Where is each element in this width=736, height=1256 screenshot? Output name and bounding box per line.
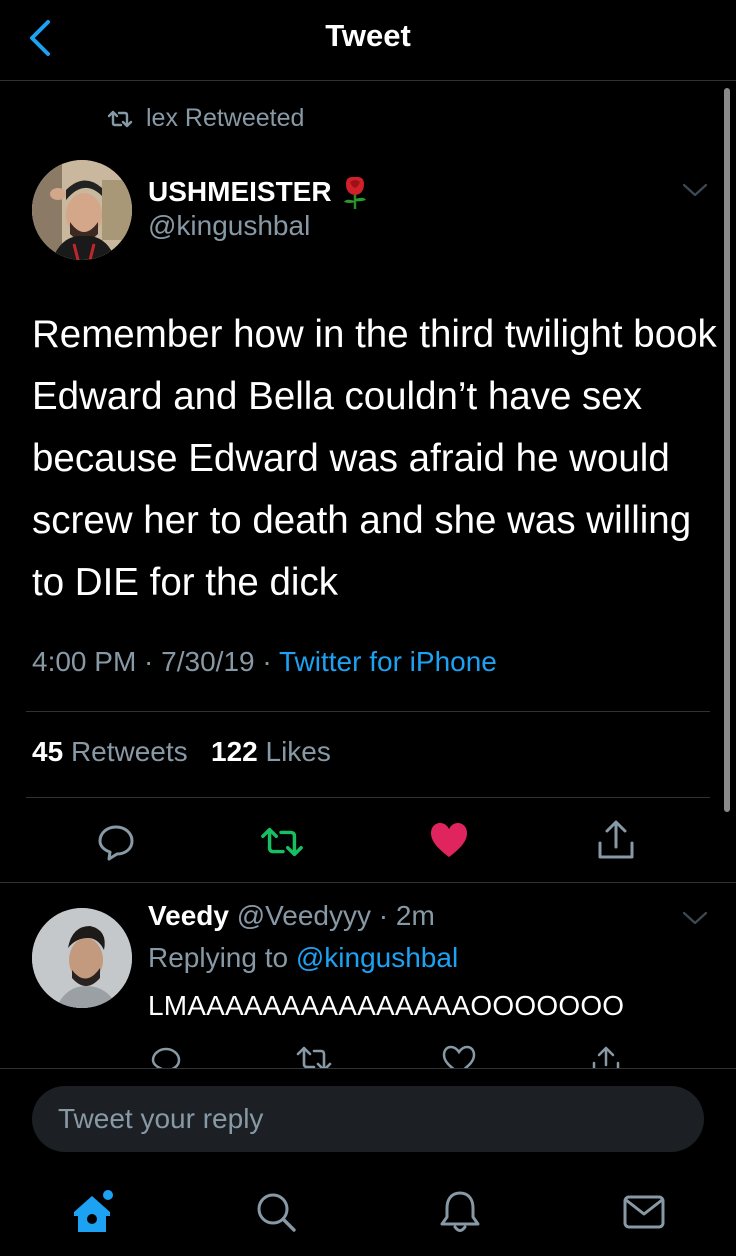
retweets-count: 45 [32, 736, 64, 767]
chevron-down-icon [682, 911, 708, 925]
nav-home[interactable] [68, 1188, 116, 1236]
share-icon [598, 820, 634, 859]
retweet-icon [261, 827, 303, 857]
replying-to-label: Replying to [148, 942, 289, 973]
retweet-context[interactable]: lex Retweeted [106, 104, 304, 133]
share-button[interactable] [594, 818, 638, 862]
reply-age: 2m [395, 900, 435, 931]
retweets-label: Retweets [70, 736, 188, 767]
comment-icon[interactable] [150, 1045, 182, 1068]
tweet-bottom-divider [0, 882, 736, 883]
tweet-date: 7/30/19 [161, 646, 255, 677]
retweet-icon[interactable] [296, 1045, 332, 1068]
meta-separator: · [254, 646, 279, 677]
stats-divider-top [26, 711, 710, 712]
tweet-source-link[interactable]: Twitter for iPhone [279, 646, 497, 677]
reply-age-separator: · [371, 900, 396, 931]
chevron-down-icon [682, 183, 708, 197]
nav-messages[interactable] [620, 1188, 668, 1236]
scrollbar[interactable] [724, 88, 730, 812]
replying-to-handle[interactable]: @kingushbal [296, 942, 458, 973]
heart-icon[interactable] [442, 1045, 476, 1068]
replying-to: Replying to @kingushbal [148, 942, 458, 974]
tweet-time: 4:00 PM [32, 646, 137, 677]
author-name-text: USHMEISTER [148, 176, 332, 207]
mail-icon [623, 1195, 665, 1229]
likes-count: 122 [211, 736, 258, 767]
rose-icon [343, 176, 366, 209]
reply-action-bar [0, 1040, 736, 1068]
tweet-stats: 45 Retweets 122 Likes [32, 736, 331, 768]
nav-notifications[interactable] [436, 1188, 484, 1236]
stats-divider-bottom [26, 797, 710, 798]
tweet-text: Remember how in the third twilight book … [32, 313, 717, 604]
reply-options-button[interactable] [682, 910, 708, 931]
author-name[interactable]: USHMEISTER [148, 174, 372, 210]
reply-avatar[interactable] [32, 908, 132, 1008]
like-button[interactable] [427, 818, 471, 862]
retweet-icon [107, 110, 133, 127]
likes-label: Likes [265, 736, 331, 767]
reply-button[interactable] [94, 820, 138, 864]
retweet-context-text: lex Retweeted [146, 104, 305, 132]
likes-stat[interactable]: 122 Likes [211, 736, 331, 767]
author-avatar[interactable] [32, 160, 132, 260]
retweet-button[interactable] [260, 820, 304, 864]
meta-separator: · [136, 646, 162, 677]
nav-search[interactable] [252, 1188, 300, 1236]
avatar-image [32, 160, 132, 260]
comment-icon [98, 825, 134, 861]
page-title: Tweet [325, 18, 411, 53]
tweet-meta: 4:00 PM · 7/30/19 · Twitter for iPhone [32, 646, 497, 678]
bell-icon [440, 1191, 480, 1232]
reply-header: Veedy @Veedyyy · 2m [148, 900, 435, 932]
reply-text: LMAAAAAAAAAAAAAAAOOOOOOO [148, 990, 625, 1021]
composer-divider [0, 1068, 736, 1069]
tweet-options-button[interactable] [682, 182, 708, 203]
author-handle[interactable]: @kingushbal [148, 210, 310, 242]
reply-author-handle[interactable]: @Veedyyy [237, 900, 371, 931]
heart-filled-icon [431, 823, 467, 857]
reply-input-placeholder: Tweet your reply [58, 1103, 264, 1134]
avatar-image [32, 908, 132, 1008]
reply-input[interactable]: Tweet your reply [32, 1086, 704, 1152]
header-divider [0, 80, 736, 81]
retweets-stat[interactable]: 45 Retweets [32, 736, 188, 767]
search-icon [257, 1193, 296, 1232]
share-icon[interactable] [590, 1045, 622, 1068]
home-icon [74, 1190, 113, 1232]
reply-author-name[interactable]: Veedy [148, 900, 229, 931]
